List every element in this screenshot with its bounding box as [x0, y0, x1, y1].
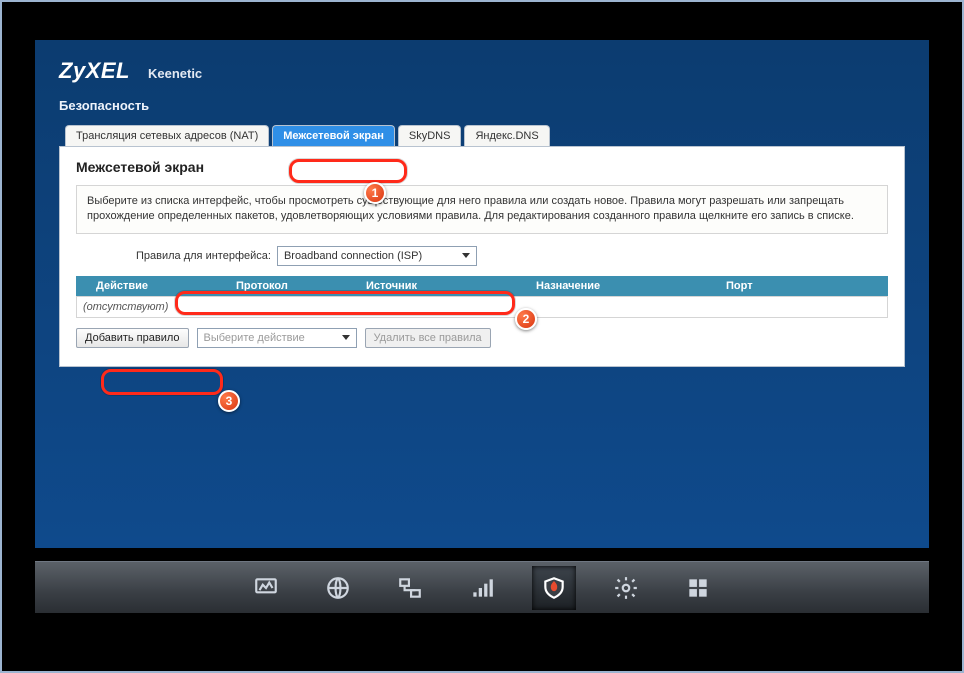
tab-skydns[interactable]: SkyDNS — [398, 125, 462, 146]
col-destination: Назначение — [536, 280, 726, 292]
interface-select-value: Broadband connection (ISP) — [284, 250, 422, 262]
interface-selector-row: Правила для интерфейса: Broadband connec… — [136, 246, 888, 266]
brand-logo: ZyXEL — [59, 58, 130, 84]
window-frame: ZyXEL Keenetic Безопасность Трансляция с… — [0, 0, 964, 673]
interface-label: Правила для интерфейса: — [136, 250, 271, 262]
section-title: Безопасность — [59, 98, 905, 113]
header: ZyXEL Keenetic — [59, 58, 905, 84]
tab-nat[interactable]: Трансляция сетевых адресов (NAT) — [65, 125, 269, 146]
interface-select[interactable]: Broadband connection (ISP) — [277, 246, 477, 266]
gear-icon[interactable] — [604, 566, 648, 610]
col-source: Источник — [366, 280, 536, 292]
tab-yandexdns[interactable]: Яндекс.DNS — [464, 125, 549, 146]
chevron-down-icon — [462, 253, 470, 258]
tab-firewall[interactable]: Межсетевой экран — [272, 125, 395, 146]
globe-icon[interactable] — [316, 566, 360, 610]
page-body: ZyXEL Keenetic Безопасность Трансляция с… — [35, 40, 929, 548]
delete-all-button[interactable]: Удалить все правила — [365, 328, 491, 348]
info-text: Выберите из списка интерфейс, чтобы прос… — [76, 185, 888, 234]
monitor-icon[interactable] — [244, 566, 288, 610]
rules-table-empty: (отсутствуют) — [76, 296, 888, 318]
action-row: Добавить правило Выберите действие Удали… — [76, 328, 888, 348]
action-select-placeholder: Выберите действие — [204, 332, 305, 344]
firewall-icon[interactable] — [532, 566, 576, 610]
product-name: Keenetic — [148, 66, 202, 81]
rules-table-header: Действие Протокол Источник Назначение По… — [76, 276, 888, 296]
panel-heading: Межсетевой экран — [76, 159, 888, 175]
wifi-icon[interactable] — [460, 566, 504, 610]
network-icon[interactable] — [388, 566, 432, 610]
col-port: Порт — [726, 280, 846, 292]
bottom-toolbar — [35, 561, 929, 613]
firewall-panel: Межсетевой экран Выберите из списка инте… — [59, 147, 905, 367]
col-protocol: Протокол — [236, 280, 366, 292]
add-rule-button[interactable]: Добавить правило — [76, 328, 189, 348]
col-action: Действие — [96, 280, 236, 292]
tab-bar: Трансляция сетевых адресов (NAT) Межсете… — [59, 123, 905, 147]
chevron-down-icon — [342, 335, 350, 340]
apps-icon[interactable] — [676, 566, 720, 610]
action-select[interactable]: Выберите действие — [197, 328, 357, 348]
